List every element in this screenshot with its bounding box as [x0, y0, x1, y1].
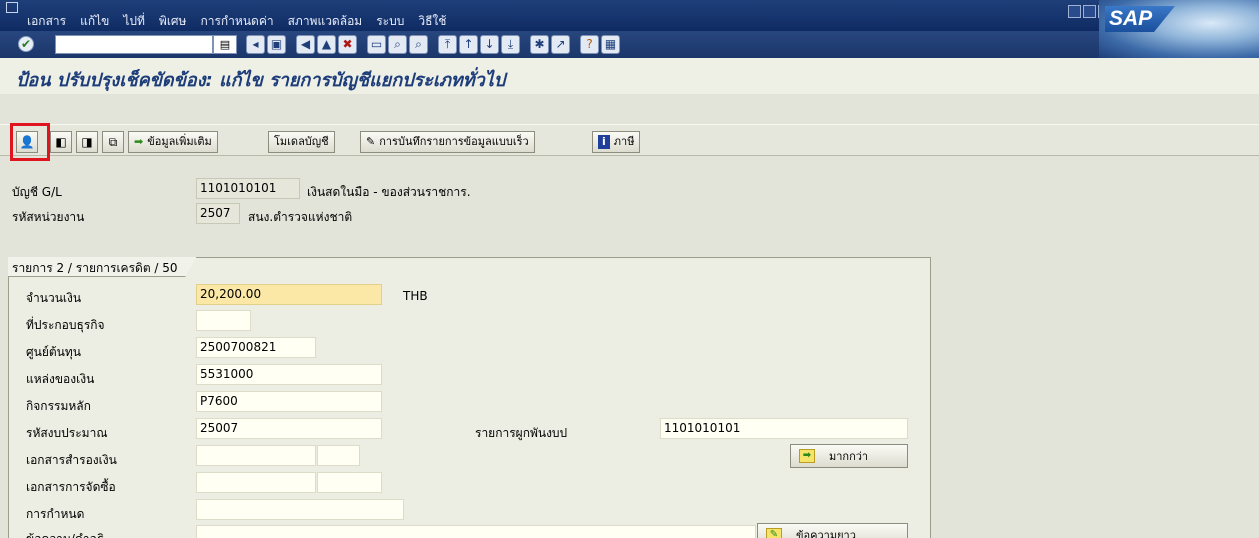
screen-title-bar: ป้อน ปรับปรุงเช็คขัดข้อง: แก้ไข รายการบั… [0, 58, 1259, 94]
long-text-button[interactable]: ✎ ข้อความยาว [757, 523, 908, 538]
main-activity-field[interactable]: P7600 [196, 391, 382, 412]
sap-logo: SAP [1105, 6, 1175, 32]
menu-system[interactable]: ระบบ [369, 12, 411, 31]
fast-entry-button[interactable]: ✎ การบันทึกรายการข้อมูลแบบเร็ว [360, 131, 535, 153]
item-group-box [8, 257, 931, 538]
new-session-icon[interactable]: ✱ [530, 35, 549, 54]
system-menu-icon[interactable] [6, 2, 18, 13]
next-page-icon[interactable]: ↓ [480, 35, 499, 54]
more-button[interactable]: ➡ มากกว่า [790, 444, 908, 468]
more-button-label: มากกว่า [829, 450, 869, 463]
assignment-label: การกำหนด [26, 507, 85, 521]
print-icon[interactable]: ▭ [367, 35, 386, 54]
cancel-icon[interactable]: ✖ [338, 35, 357, 54]
menu-environment[interactable]: สภาพแวดล้อม [281, 12, 370, 31]
taxes-label: ภาษี [613, 135, 635, 148]
save-icon[interactable]: ▣ [267, 35, 286, 54]
earmark-label: เอกสารสำรองเงิน [26, 453, 117, 467]
minimize-icon[interactable] [1068, 5, 1081, 18]
copy-item-button[interactable]: ⧉ [102, 131, 124, 153]
menu-document[interactable]: เอกสาร [20, 12, 73, 31]
assignment-field[interactable] [196, 499, 404, 520]
more-data-button[interactable]: ➡ ข้อมูลเพิ่มเติม [128, 131, 218, 153]
maximize-icon[interactable] [1083, 5, 1096, 18]
currency-label: THB [403, 289, 428, 303]
fund-label: แหล่งของเงิน [26, 372, 95, 386]
exit-icon[interactable]: ▲ [317, 35, 336, 54]
menu-help[interactable]: วิธีใช้ [411, 12, 453, 31]
menu-settings[interactable]: การกำหนดค่า [193, 12, 280, 31]
prev-page-icon[interactable]: ↑ [459, 35, 478, 54]
next-item-button[interactable]: ◨ [76, 131, 98, 153]
text-label: ข้อความ/คำอธิ [26, 530, 104, 538]
gl-account-desc: เงินสดในมือ - ของส่วนราชการ. [307, 185, 471, 199]
menu-bar: เอกสาร แก้ไข ไปที่ พิเศษ การกำหนดค่า สภา… [0, 0, 1259, 31]
cost-center-field[interactable]: 2500700821 [196, 337, 316, 358]
earmark-item-field[interactable] [317, 445, 360, 466]
page-title: ป้อน ปรับปรุงเช็คขัดข้อง: แก้ไข รายการบั… [16, 70, 506, 91]
nav-back-icon[interactable]: ◀ [296, 35, 315, 54]
gl-account-field[interactable]: 1101010101 [196, 178, 300, 199]
highlight-box [10, 123, 50, 161]
main-menu: เอกสาร แก้ไข ไปที่ พิเศษ การกำหนดค่า สภา… [20, 12, 453, 31]
find-next-icon[interactable]: ⌕ [409, 35, 428, 54]
text-field[interactable] [196, 525, 756, 538]
first-page-icon[interactable]: ⤒ [438, 35, 457, 54]
main-activity-label: กิจกรรมหลัก [26, 399, 91, 413]
copy-icon: ⧉ [108, 135, 118, 149]
po-label: เอกสารการจัดซื้อ [26, 480, 116, 494]
item-tab-title: รายการ 2 / รายการเครดิต / 50 [8, 257, 197, 277]
business-area-field[interactable] [196, 310, 251, 331]
menu-extras[interactable]: พิเศษ [152, 12, 194, 31]
po-item-field[interactable] [317, 472, 382, 493]
budget-code-label: รหัสงบประมาณ [26, 426, 108, 440]
sap-logo-area: SAP [1099, 0, 1259, 58]
account-model-button[interactable]: โมเดลบัญชี [268, 131, 335, 153]
shortcut-icon[interactable]: ↗ [551, 35, 570, 54]
business-unit-label: รหัสหน่วยงาน [12, 210, 85, 224]
command-history-icon[interactable]: ▤ [213, 35, 237, 54]
arrow-right-icon: ➡ [799, 449, 815, 463]
last-page-icon[interactable]: ⤓ [501, 35, 520, 54]
business-unit-field[interactable]: 2507 [196, 203, 240, 224]
cost-center-label: ศูนย์ต้นทุน [26, 345, 81, 359]
info-icon: i [598, 135, 610, 149]
amount-field[interactable]: 20,200.00 [196, 284, 382, 305]
fast-entry-icon: ✎ [366, 135, 376, 148]
arrow-right-icon: ➡ [134, 135, 144, 148]
more-data-label: ข้อมูลเพิ่มเติม [147, 135, 212, 148]
amount-label: จำนวนเงิน [26, 291, 82, 305]
business-unit-desc: สนง.ตำรวจแห่งชาติ [248, 210, 353, 224]
fast-entry-label: การบันทึกรายการข้อมูลแบบเร็ว [379, 135, 529, 148]
back-icon[interactable]: ◂ [246, 35, 265, 54]
command-field[interactable] [55, 35, 213, 54]
binding-label: รายการผูกพันงบป [475, 426, 568, 440]
menu-goto[interactable]: ไปที่ [116, 12, 152, 31]
previous-item-button[interactable]: ◧ [50, 131, 72, 153]
fund-field[interactable]: 5531000 [196, 364, 382, 385]
po-field[interactable] [196, 472, 316, 493]
long-text-button-label: ข้อความยาว [796, 529, 856, 538]
earmark-field[interactable] [196, 445, 316, 466]
layout-icon[interactable]: ▦ [601, 35, 620, 54]
find-icon[interactable]: ⌕ [388, 35, 407, 54]
help-icon[interactable]: ? [580, 35, 599, 54]
account-model-label: โมเดลบัญชี [274, 135, 329, 148]
budget-code-field[interactable]: 25007 [196, 418, 382, 439]
binding-field[interactable]: 1101010101 [660, 418, 908, 439]
taxes-button[interactable]: i ภาษี [592, 131, 641, 153]
gl-account-label: บัญชี G/L [12, 185, 62, 199]
long-text-icon: ✎ [766, 528, 782, 538]
application-toolbar: 👤 ◧ ◨ ⧉ ➡ ข้อมูลเพิ่มเติม โมเดลบัญชี ✎ ก… [0, 124, 1259, 156]
business-area-label: ที่ประกอบธุรกิจ [26, 318, 105, 332]
standard-icons: ◂ ▣ ◀ ▲ ✖ ▭ ⌕ ⌕ ⤒ ↑ ↓ ⤓ ✱ ↗ ? ▦ [246, 35, 620, 54]
enter-check-icon[interactable]: ✔ [18, 36, 34, 52]
prev-item-icon: ◧ [55, 135, 67, 149]
next-item-icon: ◨ [81, 135, 93, 149]
standard-toolbar: ✔ ▤ ◂ ▣ ◀ ▲ ✖ ▭ ⌕ ⌕ ⤒ ↑ ↓ ⤓ ✱ ↗ ? ▦ [0, 31, 1259, 58]
menu-edit[interactable]: แก้ไข [73, 12, 116, 31]
